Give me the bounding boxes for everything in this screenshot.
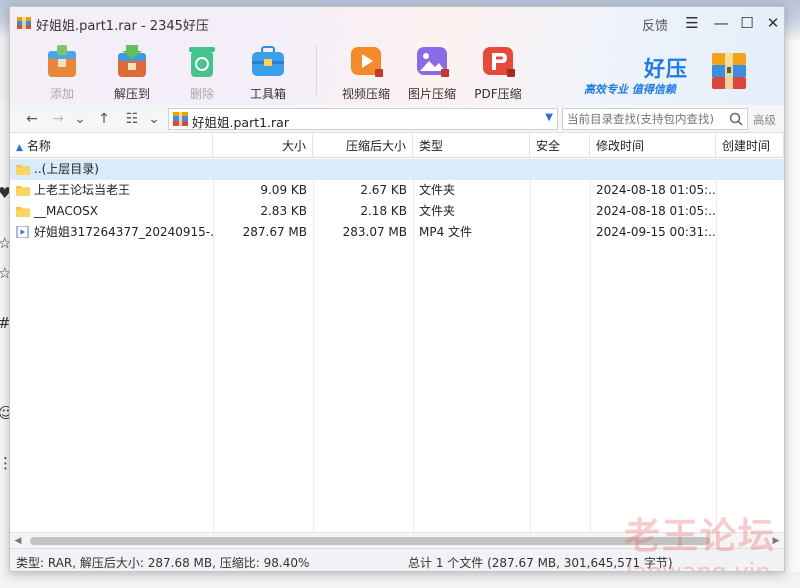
column-size[interactable]: 大小 (213, 134, 313, 158)
toolbox-button[interactable]: 工具箱 (238, 41, 298, 102)
image-compress-button[interactable]: 图片压缩 (402, 41, 462, 102)
table-header: ▲ 名称 大小 压缩后大小 类型 安全 修改时间 创建时间 (10, 134, 784, 158)
advanced-search-button[interactable]: 高级 (753, 112, 776, 128)
video-file-icon (16, 225, 29, 238)
brand-slogan: 高效专业 值得信赖 (584, 83, 676, 96)
archive-window: 好姐姐.part1.rar - 2345好压 反馈 ☰ — ☐ ✕ 添加 解压到 (9, 6, 785, 572)
delete-label: 删除 (189, 87, 214, 101)
close-button[interactable]: ✕ (760, 11, 784, 35)
folder-icon (16, 185, 30, 196)
cell-size: 287.67 MB (242, 225, 307, 239)
column-name[interactable]: ▲ 名称 (10, 134, 213, 158)
background-window-edge-right (784, 40, 800, 588)
video-compress-button[interactable]: 视频压缩 (336, 41, 396, 102)
archive-icon (173, 112, 188, 126)
delete-button[interactable]: 删除 (172, 41, 232, 102)
background-window-edge-bottom (0, 572, 800, 588)
video-compress-label: 视频压缩 (341, 87, 390, 101)
table-row[interactable]: 好姐姐317264377_20240915-... 287.67 MB 283.… (10, 222, 784, 243)
archive-info: 类型: RAR, 解压后大小: 287.68 MB, 压缩比: 98.40% (16, 556, 310, 570)
table-row[interactable]: __MACOSX 2.83 KB 2.18 KB 文件夹 2024-08-18 … (10, 201, 784, 222)
cell-packed-size: 283.07 MB (342, 225, 407, 239)
recycle-icon (189, 47, 215, 77)
file-list: ▲ 名称 大小 压缩后大小 类型 安全 修改时间 创建时间 ..(上层目录) 上老… (10, 134, 784, 532)
folder-icon (16, 206, 30, 217)
watermark-text: 老王论坛 (624, 516, 777, 557)
path-dropdown-icon[interactable]: ▼ (545, 112, 553, 123)
folder-icon (16, 164, 30, 175)
toolbar-divider (316, 45, 317, 95)
add-archive-icon (48, 45, 76, 77)
minimize-button[interactable]: — (708, 11, 734, 35)
video-compress-icon (351, 47, 383, 77)
maximize-button[interactable]: ☐ (734, 11, 760, 35)
back-button[interactable]: ← (22, 109, 42, 129)
cell-type: MP4 文件 (419, 225, 473, 239)
extract-label: 解压到 (113, 87, 150, 101)
cell-name: ..(上层目录) (10, 159, 213, 180)
view-mode-dropdown[interactable]: ⌄ (144, 109, 164, 129)
address-bar: ← → ⌄ ↑ ☷ ⌄ 好姐姐.part1.rar ▼ 高级 (10, 105, 784, 133)
add-label: 添加 (49, 87, 74, 101)
toolbox-label: 工具箱 (249, 87, 286, 101)
cell-size: 2.83 KB (260, 204, 307, 218)
cell-name: 上老王论坛当老王 (10, 180, 213, 201)
cell-size: 9.09 KB (260, 183, 307, 197)
column-modified[interactable]: 修改时间 (590, 134, 716, 158)
column-packed-size[interactable]: 压缩后大小 (313, 134, 413, 158)
image-compress-label: 图片压缩 (407, 87, 456, 101)
pdf-compress-label: PDF压缩 (474, 87, 522, 101)
column-type[interactable]: 类型 (413, 134, 530, 158)
path-text: 好姐姐.part1.rar (192, 115, 289, 130)
app-logo-icon (17, 17, 31, 29)
forward-button[interactable]: → (48, 109, 68, 129)
brand-logo-icon (712, 53, 746, 89)
table-row[interactable]: 上老王论坛当老王 9.09 KB 2.67 KB 文件夹 2024-08-18 … (10, 180, 784, 201)
search-icon[interactable] (728, 111, 744, 127)
cell-type: 文件夹 (419, 204, 456, 218)
cell-packed-size: 2.67 KB (360, 183, 407, 197)
cell-type: 文件夹 (419, 183, 456, 197)
toolbox-icon (252, 46, 284, 76)
up-button[interactable]: ↑ (94, 109, 114, 129)
pdf-compress-icon (483, 47, 515, 77)
watermark-url: laowang.vip (626, 558, 771, 572)
view-mode-button[interactable]: ☷ (122, 109, 142, 129)
cell-name: __MACOSX (10, 201, 213, 222)
chevron-down-icon[interactable]: ⌄ (70, 109, 90, 129)
cell-modified: 2024-09-15 00:31:... (596, 225, 716, 239)
column-created[interactable]: 创建时间 (716, 134, 784, 158)
column-security[interactable]: 安全 (530, 134, 590, 158)
extract-icon (118, 45, 146, 77)
feedback-button[interactable]: 反馈 (642, 15, 668, 34)
pdf-compress-button[interactable]: PDF压缩 (468, 41, 528, 102)
extract-button[interactable]: 解压到 (102, 41, 162, 102)
cell-modified: 2024-08-18 01:05:... (596, 204, 716, 218)
table-row[interactable]: ..(上层目录) (10, 159, 784, 180)
window-title: 好姐姐.part1.rar - 2345好压 (36, 19, 209, 34)
cell-modified: 2024-08-18 01:05:... (596, 183, 716, 197)
sort-up-icon: ▲ (16, 143, 23, 153)
cell-packed-size: 2.18 KB (360, 204, 407, 218)
scrollbar-thumb[interactable] (30, 537, 710, 545)
scroll-left-icon[interactable]: ◀ (12, 535, 24, 547)
title-bar: 好姐姐.part1.rar - 2345好压 反馈 ☰ — ☐ ✕ 添加 解压到 (10, 7, 784, 105)
menu-icon[interactable]: ☰ (679, 11, 705, 35)
image-compress-icon (417, 47, 449, 77)
path-box[interactable]: 好姐姐.part1.rar ▼ (168, 108, 558, 130)
search-box[interactable] (562, 108, 748, 130)
search-input[interactable] (563, 109, 723, 129)
cell-name: 好姐姐317264377_20240915-... (10, 222, 213, 243)
brand-name: 好压 (644, 57, 688, 81)
add-button[interactable]: 添加 (32, 41, 92, 102)
